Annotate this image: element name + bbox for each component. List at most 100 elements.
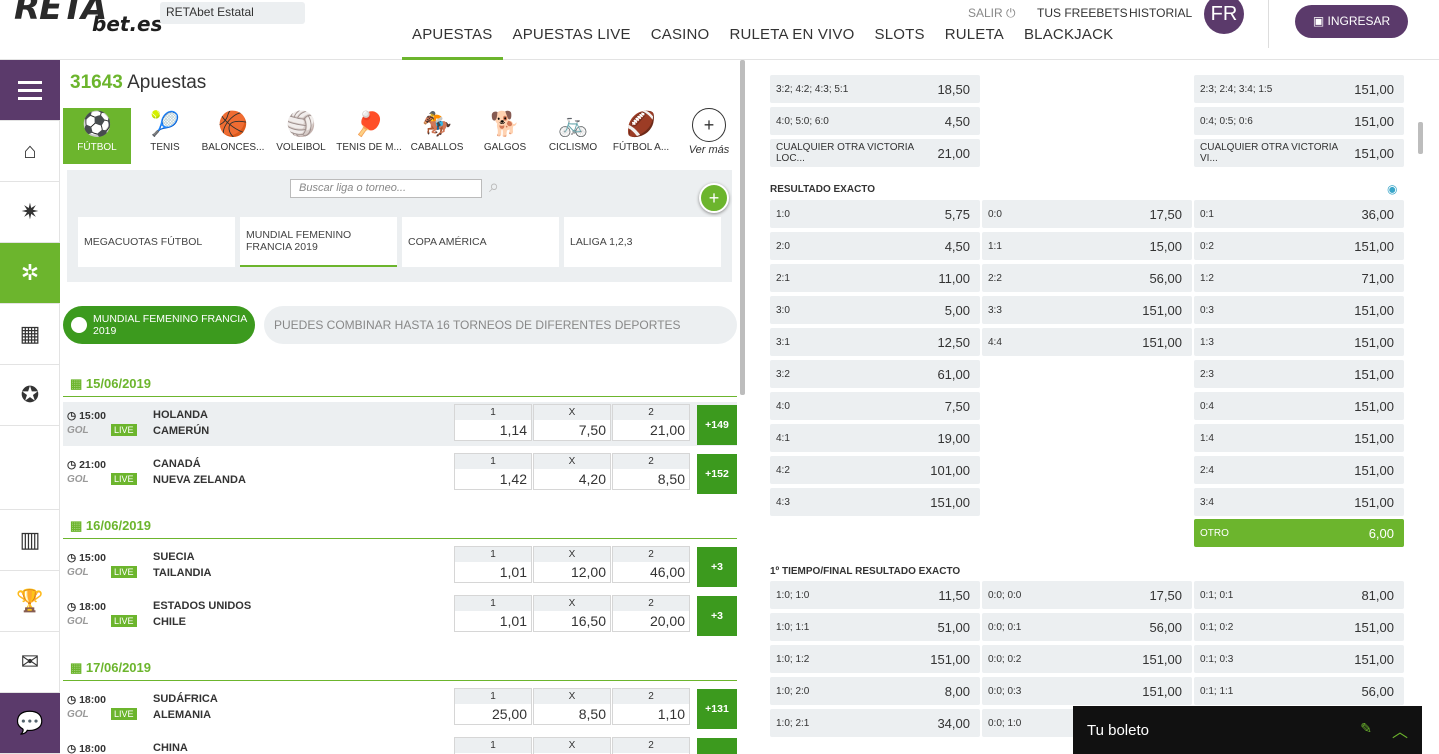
market-option[interactable]: 0:1; 0:2 151,00 [1194, 613, 1404, 641]
market-option[interactable]: 1:1 15,00 [982, 232, 1192, 260]
odd-x[interactable]: X [533, 737, 611, 754]
market-option[interactable]: 0:0; 0:3 151,00 [982, 677, 1192, 705]
market-option[interactable]: 1:0; 2:1 34,00 [770, 709, 980, 737]
chat-button[interactable]: 💬 [0, 693, 60, 754]
sports-button[interactable]: ✲ [0, 243, 60, 304]
nav-apuestas-live[interactable]: APUESTAS LIVE [503, 24, 641, 60]
market-option[interactable]: 2:0 4,50 [770, 232, 980, 260]
live-button[interactable]: ✷ [0, 182, 60, 243]
sport-futbol[interactable]: ⚽ FÚTBOL [63, 108, 131, 164]
odd-x[interactable]: X 8,50 [533, 688, 611, 725]
market-option[interactable]: CUALQUIER OTRA VICTORIA VI... 151,00 [1194, 139, 1404, 167]
logout-link[interactable]: SALIR ⏻ [968, 6, 1016, 21]
nav-blackjack[interactable]: BLACKJACK [1014, 24, 1123, 60]
more-markets-button[interactable]: +3 [697, 596, 737, 636]
mail-button[interactable]: ✉ [0, 632, 60, 693]
sport-ver-mas[interactable]: + Ver más [675, 108, 743, 164]
calendar-button[interactable]: ▦ [0, 304, 60, 365]
market-option[interactable]: 1:0 5,75 [770, 200, 980, 228]
market-option[interactable]: 1:0; 1:2 151,00 [770, 645, 980, 673]
avatar[interactable]: FR [1204, 0, 1244, 34]
odd-1[interactable]: 1 1,14 [454, 404, 532, 441]
home-button[interactable]: ⌂ [0, 121, 60, 182]
market-option[interactable]: 2:1 11,00 [770, 264, 980, 292]
site-selector[interactable]: RETAbet Estatal [160, 2, 305, 24]
more-markets-button[interactable]: +149 [697, 405, 737, 445]
market-option[interactable]: 4:0 7,50 [770, 392, 980, 420]
right-scrollbar[interactable] [1418, 122, 1423, 154]
market-option[interactable]: 3:1 12,50 [770, 328, 980, 356]
odd-2[interactable]: 2 46,00 [612, 546, 690, 583]
menu-button[interactable] [0, 60, 60, 121]
match-row[interactable]: ◷ 21:00 GOL LIVE CANADÁ NUEVA ZELANDA 1 1,4… [63, 451, 737, 495]
market-option[interactable]: 1:0; 2:0 8,00 [770, 677, 980, 705]
league-search-input[interactable]: Buscar liga o torneo... [290, 179, 482, 198]
trophy-button[interactable]: 🏆 [0, 571, 60, 632]
market-option[interactable]: 3:4 151,00 [1194, 488, 1404, 516]
market-option[interactable]: 0:1; 0:3 151,00 [1194, 645, 1404, 673]
match-row[interactable]: ◷ 18:00 GOL LIVE SUDÁFRICA ALEMANIA 1 25,00… [63, 686, 737, 730]
market-option[interactable]: 0:2 151,00 [1194, 232, 1404, 260]
nav-ruleta-en-vivo[interactable]: RULETA EN VIVO [719, 24, 864, 60]
market-option[interactable]: 0:0; 0:2 151,00 [982, 645, 1192, 673]
selected-league-chip[interactable]: MUNDIAL FEMENINO FRANCIA 2019 [63, 306, 255, 344]
info-icon[interactable]: ◉ [1387, 182, 1397, 196]
market-option[interactable]: 4:2 101,00 [770, 456, 980, 484]
sport-futbol-americano[interactable]: 🏈 FÚTBOL A... [607, 108, 675, 164]
market-option[interactable]: 1:3 151,00 [1194, 328, 1404, 356]
market-option[interactable]: 0:4 151,00 [1194, 392, 1404, 420]
market-option[interactable]: 4:3 151,00 [770, 488, 980, 516]
match-row[interactable]: ◷ 15:00 GOL LIVE SUECIA TAILANDIA 1 1,01 X1… [63, 544, 737, 588]
market-option[interactable]: 0:1 36,00 [1194, 200, 1404, 228]
market-option[interactable]: 0:0; 0:1 56,00 [982, 613, 1192, 641]
league-megacuotas[interactable]: MEGACUOTAS FÚTBOL [78, 217, 235, 267]
odd-x[interactable]: X 12,00 [533, 546, 611, 583]
sport-voleibol[interactable]: 🏐 VOLEIBOL [267, 108, 335, 164]
market-option-otro[interactable]: OTRO 6,00 [1194, 519, 1404, 547]
market-option[interactable]: 4:0; 5:0; 6:0 4,50 [770, 107, 980, 135]
add-league-button[interactable]: + [699, 183, 729, 213]
league-mundial-femenino[interactable]: MUNDIAL FEMENINO FRANCIA 2019 [240, 217, 397, 267]
market-option[interactable]: 1:2 71,00 [1194, 264, 1404, 292]
market-option[interactable]: 0:0 17,50 [982, 200, 1192, 228]
match-row[interactable]: ◷ 18:00 CHINA 1 X 2 [63, 735, 737, 754]
odd-x[interactable]: X 16,50 [533, 595, 611, 632]
market-option[interactable]: 3:2; 4:2; 4:3; 5:1 18,50 [770, 75, 980, 103]
market-option[interactable]: 0:1; 1:1 56,00 [1194, 677, 1404, 705]
sport-ciclismo[interactable]: 🚲 CICLISMO [539, 108, 607, 164]
market-option[interactable]: CUALQUIER OTRA VICTORIA LOC... 21,00 [770, 139, 980, 167]
odd-2[interactable]: 2 1,10 [612, 688, 690, 725]
odd-x[interactable]: X 4,20 [533, 453, 611, 490]
league-copa-america[interactable]: COPA AMÉRICA [402, 217, 559, 267]
odd-2[interactable]: 2 21,00 [612, 404, 690, 441]
nav-apuestas[interactable]: APUESTAS [402, 24, 503, 60]
sport-tenis[interactable]: 🎾 TENIS [131, 108, 199, 164]
market-option[interactable]: 4:1 19,00 [770, 424, 980, 452]
match-row[interactable]: ◷ 18:00 GOL LIVE ESTADOS UNIDOS CHILE 1 1,0… [63, 593, 737, 637]
retabet-logo[interactable]: RETA bet.es [14, 0, 163, 36]
nav-slots[interactable]: SLOTS [865, 24, 935, 60]
sport-galgos[interactable]: 🐕 GALGOS [471, 108, 539, 164]
market-option[interactable]: 3:3 151,00 [982, 296, 1192, 324]
nav-casino[interactable]: CASINO [641, 24, 720, 60]
stats-button[interactable]: ▥ [0, 510, 60, 571]
more-markets-button[interactable]: +131 [697, 689, 737, 729]
center-scrollbar[interactable] [740, 60, 745, 395]
market-option[interactable]: 0:3 151,00 [1194, 296, 1404, 324]
market-option[interactable]: 1:4 151,00 [1194, 424, 1404, 452]
sport-baloncesto[interactable]: 🏀 BALONCES... [199, 108, 267, 164]
odd-2[interactable]: 2 [612, 737, 690, 754]
odd-1[interactable]: 1 1,42 [454, 453, 532, 490]
betslip-bar[interactable]: Tu boleto ✎ ︿ [1073, 706, 1422, 754]
odd-1[interactable]: 1 [454, 737, 532, 754]
match-row[interactable]: ◷ 15:00 GOL LIVE HOLANDA CAMERÚN 1 1,14 X 7,… [63, 402, 737, 446]
odd-2[interactable]: 2 20,00 [612, 595, 690, 632]
more-markets-button[interactable]: +3 [697, 547, 737, 587]
odd-2[interactable]: 2 8,50 [612, 453, 690, 490]
market-option[interactable]: 3:2 61,00 [770, 360, 980, 388]
market-option[interactable]: 0:4; 0:5; 0:6 151,00 [1194, 107, 1404, 135]
market-option[interactable]: 4:4 151,00 [982, 328, 1192, 356]
market-option[interactable]: 1:0; 1:1 51,00 [770, 613, 980, 641]
market-option[interactable]: 2:3; 2:4; 3:4; 1:5 151,00 [1194, 75, 1404, 103]
market-option[interactable]: 0:1; 0:1 81,00 [1194, 581, 1404, 609]
